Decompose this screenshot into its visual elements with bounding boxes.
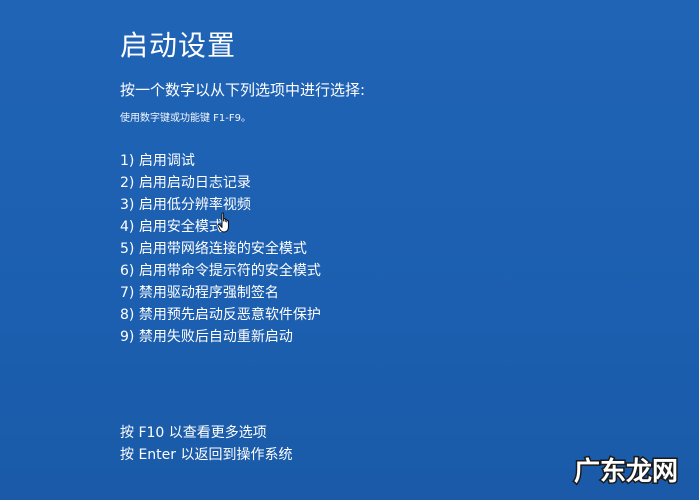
page-title: 启动设置 [120,29,237,62]
startup-options-list: 1) 启用调试 2) 启用启动日志记录 3) 启用低分辨率视频 4) 启用安全模… [120,150,321,348]
option-enable-safe-mode-command-prompt[interactable]: 6) 启用带命令提示符的安全模式 [120,260,321,282]
option-disable-early-launch-antimalware[interactable]: 8) 禁用预先启动反恶意软件保护 [120,304,321,326]
footer: 按 F10 以查看更多选项 按 Enter 以返回到操作系统 [120,422,292,466]
option-disable-auto-restart[interactable]: 9) 禁用失败后自动重新启动 [120,326,321,348]
option-enable-boot-logging[interactable]: 2) 启用启动日志记录 [120,172,321,194]
instruction-text: 按一个数字以从下列选项中进行选择: [120,81,366,99]
more-options-link[interactable]: 按 F10 以查看更多选项 [120,422,292,444]
return-to-os-link[interactable]: 按 Enter 以返回到操作系统 [120,444,292,466]
hand-pointer-icon [217,212,229,233]
site-watermark-logo: 广东龙网 [572,455,679,489]
header: 启动设置 [120,28,640,64]
option-disable-driver-signature-enforcement[interactable]: 7) 禁用驱动程序强制签名 [120,282,321,304]
svg-text:广东龙网: 广东龙网 [574,456,678,487]
boot-settings-screen: 启动设置 按一个数字以从下列选项中进行选择: 使用数字键或功能键 F1-F9。 … [0,0,699,500]
hint-text: 使用数字键或功能键 F1-F9。 [120,113,252,124]
option-enable-safe-mode-networking[interactable]: 5) 启用带网络连接的安全模式 [120,238,321,260]
option-enable-debugging[interactable]: 1) 启用调试 [120,150,321,172]
